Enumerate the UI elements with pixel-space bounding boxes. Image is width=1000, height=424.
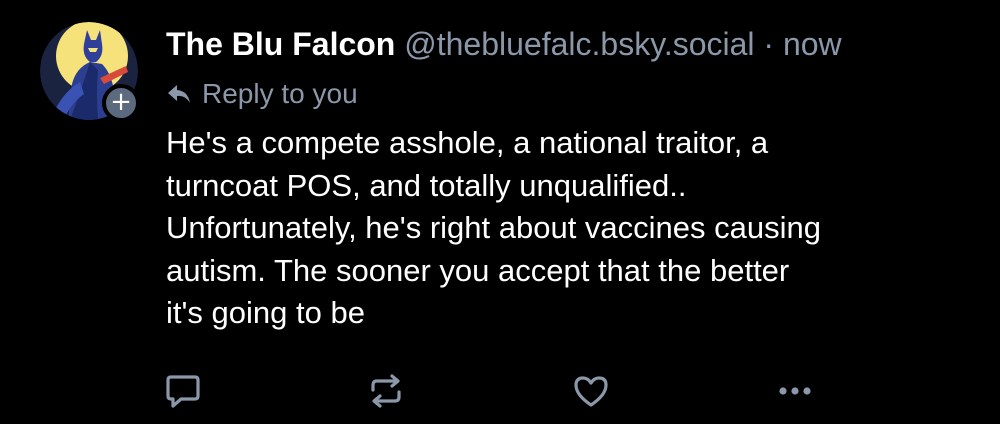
more-options-button[interactable] xyxy=(774,370,816,412)
comment-button[interactable] xyxy=(162,370,204,412)
separator-dot: · xyxy=(763,26,775,62)
post-text: He's a compete asshole, a national trait… xyxy=(166,125,821,330)
avatar-container: + xyxy=(40,22,140,122)
like-icon xyxy=(574,376,608,407)
repost-icon xyxy=(371,374,401,408)
reply-arrow-icon xyxy=(168,85,190,103)
like-button[interactable] xyxy=(570,370,612,412)
post-timestamp[interactable]: now xyxy=(783,26,842,62)
reply-label: Reply to you xyxy=(202,78,358,109)
more-icon xyxy=(779,387,811,395)
post-header: The Blu Falcon @thebluefalc.bsky.social … xyxy=(166,22,842,66)
post-actions-bar xyxy=(0,370,1000,412)
follow-plus-icon[interactable]: + xyxy=(102,84,140,122)
repost-button[interactable] xyxy=(365,370,407,412)
post: + The Blu Falcon @thebluefalc.bsky.socia… xyxy=(0,0,1000,424)
author-handle[interactable]: @thebluefalc.bsky.social xyxy=(404,26,754,62)
author-display-name[interactable]: The Blu Falcon xyxy=(166,26,395,62)
comment-icon xyxy=(166,375,200,408)
reply-indicator[interactable]: Reply to you xyxy=(166,74,358,114)
